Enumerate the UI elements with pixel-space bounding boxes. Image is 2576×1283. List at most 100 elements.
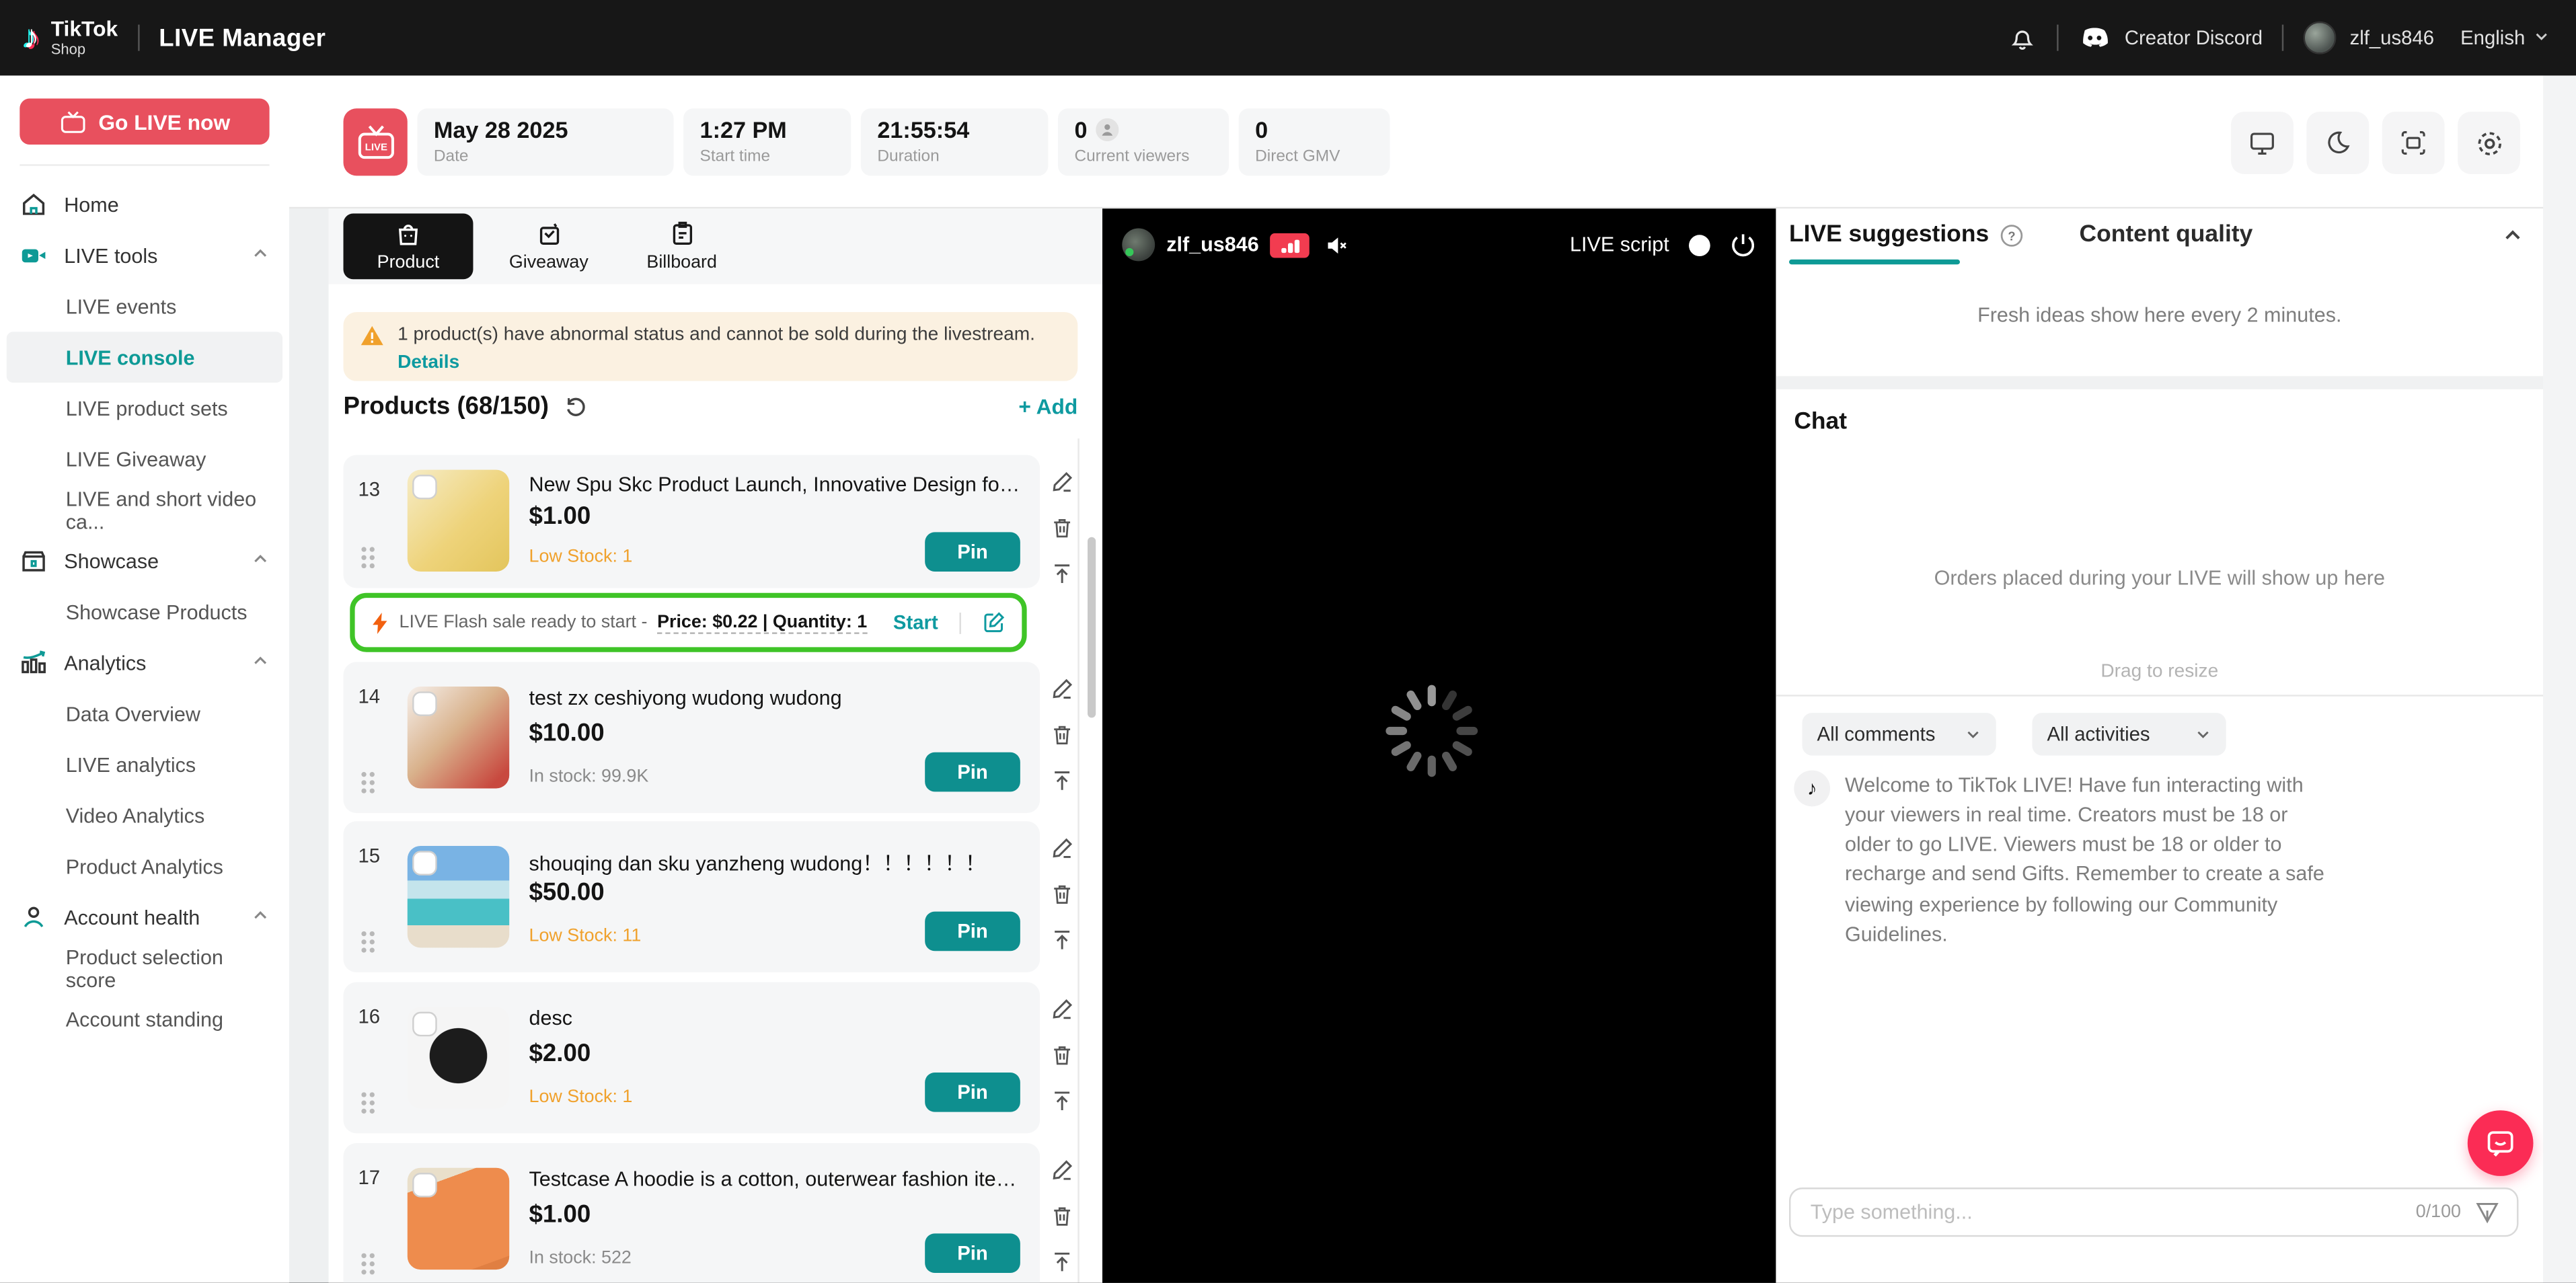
tiktok-note-icon: ♪ xyxy=(23,19,40,55)
edit-icon[interactable] xyxy=(1049,676,1074,701)
sidebar-item-analytics[interactable]: Analytics xyxy=(0,637,289,689)
drag-to-resize-handle[interactable]: Drag to resize xyxy=(1776,662,2543,681)
warning-details-link[interactable]: Details xyxy=(397,352,459,372)
sidebar-item-live-short-video[interactable]: LIVE and short video ca... xyxy=(0,485,289,536)
drag-handle-icon[interactable] xyxy=(361,547,367,552)
sidebar-item-showcase[interactable]: Showcase xyxy=(0,535,289,586)
delete-icon[interactable] xyxy=(1049,1043,1074,1068)
tiktok-shop-logo[interactable]: ♪ TikTok Shop xyxy=(23,18,118,58)
delete-icon[interactable] xyxy=(1049,723,1074,748)
drag-handle-icon[interactable] xyxy=(361,931,367,937)
sidebar-item-showcase-products[interactable]: Showcase Products xyxy=(0,586,289,637)
page-scrollbar-track[interactable] xyxy=(2543,75,2576,1283)
move-to-top-icon[interactable] xyxy=(1049,769,1074,793)
refresh-icon[interactable] xyxy=(564,394,589,419)
username[interactable]: zlf_us846 xyxy=(2350,26,2434,49)
move-to-top-icon[interactable] xyxy=(1049,928,1074,953)
product-title: test zx ceshiyong wudong wudong xyxy=(529,687,842,710)
tab-giveaway[interactable]: Giveaway xyxy=(491,214,606,280)
user-avatar[interactable] xyxy=(2304,21,2337,54)
drag-handle-icon[interactable] xyxy=(361,1253,367,1259)
support-chat-button[interactable] xyxy=(2467,1110,2534,1176)
edit-flash-sale-icon[interactable] xyxy=(983,611,1006,634)
edit-icon[interactable] xyxy=(1049,1158,1074,1183)
edit-icon[interactable] xyxy=(1049,997,1074,1022)
activities-filter-dropdown[interactable]: All activities xyxy=(2032,713,2226,756)
move-to-top-icon[interactable] xyxy=(1049,1089,1074,1114)
collapse-panel-icon[interactable] xyxy=(2502,224,2524,245)
drag-handle-icon[interactable] xyxy=(361,772,367,777)
moon-icon xyxy=(2328,131,2350,154)
live-script-toggle[interactable] xyxy=(1688,234,1710,256)
tab-live-suggestions[interactable]: LIVE suggestions ? xyxy=(1789,222,2023,248)
muted-speaker-icon[interactable] xyxy=(1324,233,1349,258)
flash-sale-detail[interactable]: Price: $0.22 | Quantity: 1 xyxy=(657,612,868,633)
sidebar-item-product-analytics[interactable]: Product Analytics xyxy=(0,841,289,892)
add-product-button[interactable]: + Add xyxy=(1018,394,1077,419)
move-to-top-icon[interactable] xyxy=(1049,1250,1074,1275)
top-bar: ♪ TikTok Shop LIVE Manager Creator Disco… xyxy=(0,0,2576,76)
sidebar-item-account-standing[interactable]: Account standing xyxy=(0,994,289,1045)
pin-button[interactable]: Pin xyxy=(925,1233,1020,1274)
sidebar-item-product-selection-score[interactable]: Product selection score xyxy=(0,943,289,994)
comments-filter-dropdown[interactable]: All comments xyxy=(1802,713,1996,756)
product-checkbox[interactable] xyxy=(412,851,437,876)
product-checkbox[interactable] xyxy=(412,1011,437,1037)
flash-sale-start-button[interactable]: Start xyxy=(893,611,938,634)
flash-sale-text: LIVE Flash sale ready to start - xyxy=(399,613,648,633)
tab-content-quality[interactable]: Content quality xyxy=(2080,222,2253,248)
delete-icon[interactable] xyxy=(1049,516,1074,541)
chat-bubble-smile-icon xyxy=(2487,1131,2513,1157)
fullscreen-button[interactable] xyxy=(2382,112,2445,174)
product-checkbox[interactable] xyxy=(412,1173,437,1198)
product-price: $1.00 xyxy=(529,502,591,531)
pin-button[interactable]: Pin xyxy=(925,532,1020,572)
delete-icon[interactable] xyxy=(1049,1204,1074,1229)
pin-button[interactable]: Pin xyxy=(925,911,1020,951)
chat-input[interactable] xyxy=(1807,1199,2403,1226)
edit-icon[interactable] xyxy=(1049,836,1074,861)
language-selector[interactable]: English xyxy=(2460,26,2525,49)
go-live-button[interactable]: Go LIVE now xyxy=(20,98,270,145)
sidebar-item-live-product-sets[interactable]: LIVE product sets xyxy=(0,383,289,434)
power-icon[interactable] xyxy=(1730,231,1756,258)
product-image xyxy=(407,1167,510,1270)
gear-icon xyxy=(2477,131,2501,155)
creator-discord-link[interactable]: Creator Discord xyxy=(2125,26,2263,49)
live-manager-app: ♪ TikTok Shop LIVE Manager Creator Disco… xyxy=(0,0,2576,1283)
shopping-bag-icon xyxy=(398,225,418,245)
dark-mode-button[interactable] xyxy=(2306,112,2370,174)
product-index: 16 xyxy=(358,1005,381,1029)
display-mode-button[interactable] xyxy=(2231,112,2294,174)
flash-sale-banner: LIVE Flash sale ready to start - Price: … xyxy=(350,592,1027,652)
delete-icon[interactable] xyxy=(1049,882,1074,907)
help-circle-icon[interactable]: ? xyxy=(1999,223,2024,247)
pin-button[interactable]: Pin xyxy=(925,1073,1020,1112)
sidebar-item-live-giveaway[interactable]: LIVE Giveaway xyxy=(0,434,289,485)
discord-icon[interactable] xyxy=(2078,26,2111,50)
drag-handle-icon[interactable] xyxy=(361,1092,367,1097)
product-checkbox[interactable] xyxy=(412,691,437,716)
sidebar-item-live-analytics[interactable]: LIVE analytics xyxy=(0,739,289,790)
product-stock: Low Stock: 11 xyxy=(529,926,642,946)
sidebar-item-home[interactable]: Home xyxy=(0,179,289,230)
notification-bell-icon[interactable] xyxy=(2008,23,2037,52)
chevron-down-icon[interactable] xyxy=(2533,23,2549,52)
product-list-scrollbar[interactable] xyxy=(1088,537,1096,718)
tab-product[interactable]: Product xyxy=(343,213,473,280)
sidebar-item-live-console[interactable]: LIVE console xyxy=(6,332,283,383)
sidebar-item-video-analytics[interactable]: Video Analytics xyxy=(0,790,289,841)
sidebar-item-account-health[interactable]: Account health xyxy=(0,892,289,943)
tab-billboard[interactable]: Billboard xyxy=(624,214,739,280)
settings-button[interactable] xyxy=(2458,112,2520,174)
sidebar-item-live-events[interactable]: LIVE events xyxy=(0,281,289,332)
system-welcome-message: ♪ Welcome to TikTok LIVE! Have fun inter… xyxy=(1794,770,2461,949)
edit-icon[interactable] xyxy=(1049,470,1074,495)
page-title: LIVE Manager xyxy=(159,24,326,52)
move-to-top-icon[interactable] xyxy=(1049,561,1074,586)
send-icon[interactable] xyxy=(2474,1199,2501,1225)
sidebar-item-live-tools[interactable]: LIVE tools xyxy=(0,230,289,281)
product-checkbox[interactable] xyxy=(412,474,437,500)
pin-button[interactable]: Pin xyxy=(925,752,1020,792)
sidebar-item-data-overview[interactable]: Data Overview xyxy=(0,688,289,739)
